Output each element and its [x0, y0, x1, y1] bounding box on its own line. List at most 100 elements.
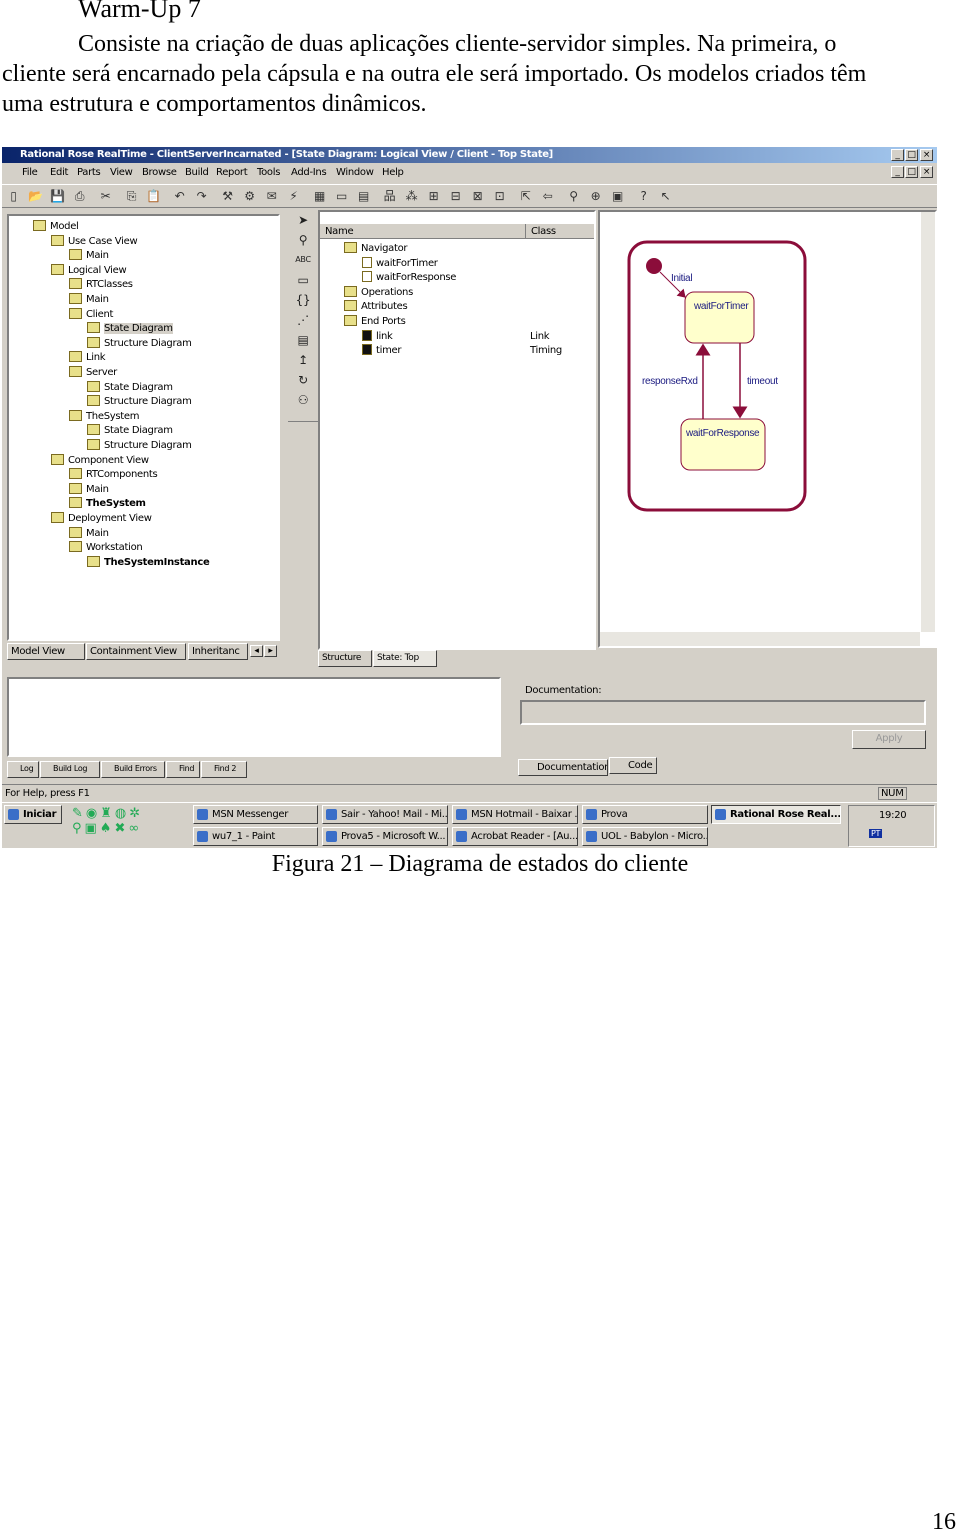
lightning-icon[interactable]: ⚡	[286, 189, 301, 204]
tree-item[interactable]: TheSystem	[69, 497, 146, 511]
tree-item[interactable]: Deployment View	[51, 512, 152, 526]
vertical-scrollbar[interactable]	[921, 212, 935, 632]
language-indicator[interactable]: PT	[869, 829, 883, 838]
undo-icon[interactable]: ↶	[172, 189, 187, 204]
taskbar-button[interactable]: MSN Messenger	[193, 805, 318, 824]
menu-add-ins[interactable]: Add-Ins	[291, 167, 327, 178]
save-icon[interactable]: 💾	[50, 189, 65, 204]
documentation-field[interactable]	[520, 700, 926, 725]
tree-item[interactable]: Structure Diagram	[87, 439, 192, 453]
open-icon[interactable]: 📂	[28, 189, 43, 204]
selection-tool-icon[interactable]: ➤	[288, 210, 318, 230]
compile-icon[interactable]: ✉	[264, 189, 279, 204]
cut-icon[interactable]: ✂	[98, 189, 113, 204]
scroll-right-button[interactable]: ▸	[264, 645, 277, 657]
component-icon[interactable]: ⊞	[426, 189, 441, 204]
tree-item[interactable]: Use Case View	[51, 234, 138, 249]
menu-build[interactable]: Build	[185, 167, 209, 178]
minimize-button[interactable]: _	[891, 149, 904, 161]
tree-item[interactable]: Client	[69, 307, 113, 322]
browser-icon[interactable]: ▦	[312, 189, 327, 204]
state-wait-for-timer[interactable]	[684, 291, 755, 344]
run-icon[interactable]: ⚙	[242, 189, 257, 204]
tree-item[interactable]: State Diagram	[87, 322, 173, 336]
taskbar-button[interactable]: UOL - Babylon - Micro...	[582, 827, 708, 846]
list-item[interactable]: waitForResponse	[362, 271, 456, 285]
tab-inheritance-view[interactable]: Inheritanc	[188, 643, 248, 660]
layout-icon[interactable]: ▣	[610, 189, 625, 204]
tree-item[interactable]: Main	[69, 249, 109, 263]
menu-file[interactable]: File	[22, 167, 38, 178]
tree-item[interactable]: Main	[69, 526, 109, 541]
back-icon[interactable]: ⇦	[540, 189, 555, 204]
tab-model-view[interactable]: Model View	[7, 643, 85, 660]
redo-icon[interactable]: ↷	[194, 189, 209, 204]
initial-point[interactable]	[646, 258, 662, 274]
class-diagram-icon[interactable]: 品	[382, 189, 397, 204]
tree-item[interactable]: Main	[69, 482, 109, 497]
menu-window[interactable]: Window	[336, 167, 374, 178]
state-tool-icon[interactable]: {}	[288, 290, 318, 310]
tree-item[interactable]: Structure Diagram	[87, 395, 192, 409]
paste-icon[interactable]: 📋	[146, 189, 161, 204]
state-element-list[interactable]: Name Class Navigator waitForTimer waitForR…	[318, 210, 596, 650]
text-tool-icon[interactable]: ABC	[288, 250, 318, 270]
zoom-icon[interactable]: ⚲	[566, 189, 581, 204]
tree-item[interactable]: State Diagram	[87, 380, 173, 395]
list-item[interactable]: Attributes	[344, 300, 408, 314]
restore-button[interactable]: □	[905, 149, 918, 161]
window-icon[interactable]: ▭	[334, 189, 349, 204]
menu-edit[interactable]: Edit	[50, 167, 68, 178]
tab-containment-view[interactable]: Containment View	[86, 643, 186, 660]
state-diagram-canvas[interactable]: Initial waitForTimer waitForResponse res…	[598, 210, 937, 648]
column-header-class[interactable]: Class	[525, 224, 556, 239]
list-item[interactable]: waitForTimer	[362, 256, 438, 271]
menu-report[interactable]: Report	[216, 167, 248, 178]
taskbar-button[interactable]: MSN Hotmail - Baixar ...	[452, 805, 578, 824]
tree-item[interactable]: TheSystem	[69, 409, 140, 424]
tree-item[interactable]: Workstation	[69, 541, 143, 555]
tree-item[interactable]: TheSystemInstance	[87, 555, 210, 570]
split-icon[interactable]: ▤	[356, 189, 371, 204]
print-icon[interactable]: ⎙	[72, 189, 87, 204]
quick-launch-icons[interactable]: ✎◉♜◍✲ ⚲▣♠✖∞	[72, 806, 143, 836]
log-output[interactable]	[7, 677, 501, 757]
tree-item[interactable]: RTClasses	[69, 278, 133, 292]
menu-browse[interactable]: Browse	[142, 167, 177, 178]
zoom-tool-icon[interactable]: ⚲	[288, 230, 318, 250]
note-tool-icon[interactable]: ▭	[288, 270, 318, 290]
tab-find-2[interactable]: Find 2	[201, 761, 247, 778]
apply-button[interactable]: Apply	[852, 730, 926, 749]
tab-state-top[interactable]: State: Top	[373, 650, 437, 667]
tab-code[interactable]: Code	[609, 757, 657, 774]
tree-item[interactable]: Model	[33, 220, 79, 234]
menu-tools[interactable]: Tools	[257, 167, 280, 178]
structure-icon[interactable]: ⊠	[470, 189, 485, 204]
tree-item[interactable]: Link	[69, 351, 106, 365]
list-item[interactable]: Navigator	[344, 242, 408, 256]
tree-item[interactable]: Structure Diagram	[87, 336, 192, 351]
navigate-icon[interactable]: ⇱	[518, 189, 533, 204]
whats-this-icon[interactable]: ↖	[658, 189, 673, 204]
tab-build-log[interactable]: Build Log	[40, 761, 100, 778]
new-icon[interactable]: ▯	[6, 189, 21, 204]
tab-log[interactable]: Log	[7, 761, 39, 778]
transition-tool-icon[interactable]: ↻	[288, 370, 318, 390]
tab-structure[interactable]: Structure	[318, 650, 372, 667]
tab-find[interactable]: Find	[166, 761, 200, 778]
taskbar-button[interactable]: Acrobat Reader - [Au...	[452, 827, 578, 846]
initial-point-tool-icon[interactable]: ↥	[288, 350, 318, 370]
build-icon[interactable]: ⚒	[220, 189, 235, 204]
tree-item[interactable]: Logical View	[51, 263, 127, 278]
state-wait-for-response[interactable]	[680, 418, 766, 471]
state-box-tool-icon[interactable]: ▤	[288, 330, 318, 350]
tree-item[interactable]: Main	[69, 293, 109, 307]
menu-help[interactable]: Help	[382, 167, 404, 178]
menu-parts[interactable]: Parts	[77, 167, 101, 178]
state-icon[interactable]: ⊡	[492, 189, 507, 204]
anchor-tool-icon[interactable]: ⋰	[288, 310, 318, 330]
taskbar-button[interactable]: Sair - Yahoo! Mail - Mi...	[322, 805, 448, 824]
model-browser-tree[interactable]: Model Use Case View Main Logical View RTClas…	[7, 214, 280, 641]
choice-point-tool-icon[interactable]: ⚇	[288, 390, 318, 410]
taskbar-button[interactable]: Prova	[582, 805, 708, 824]
